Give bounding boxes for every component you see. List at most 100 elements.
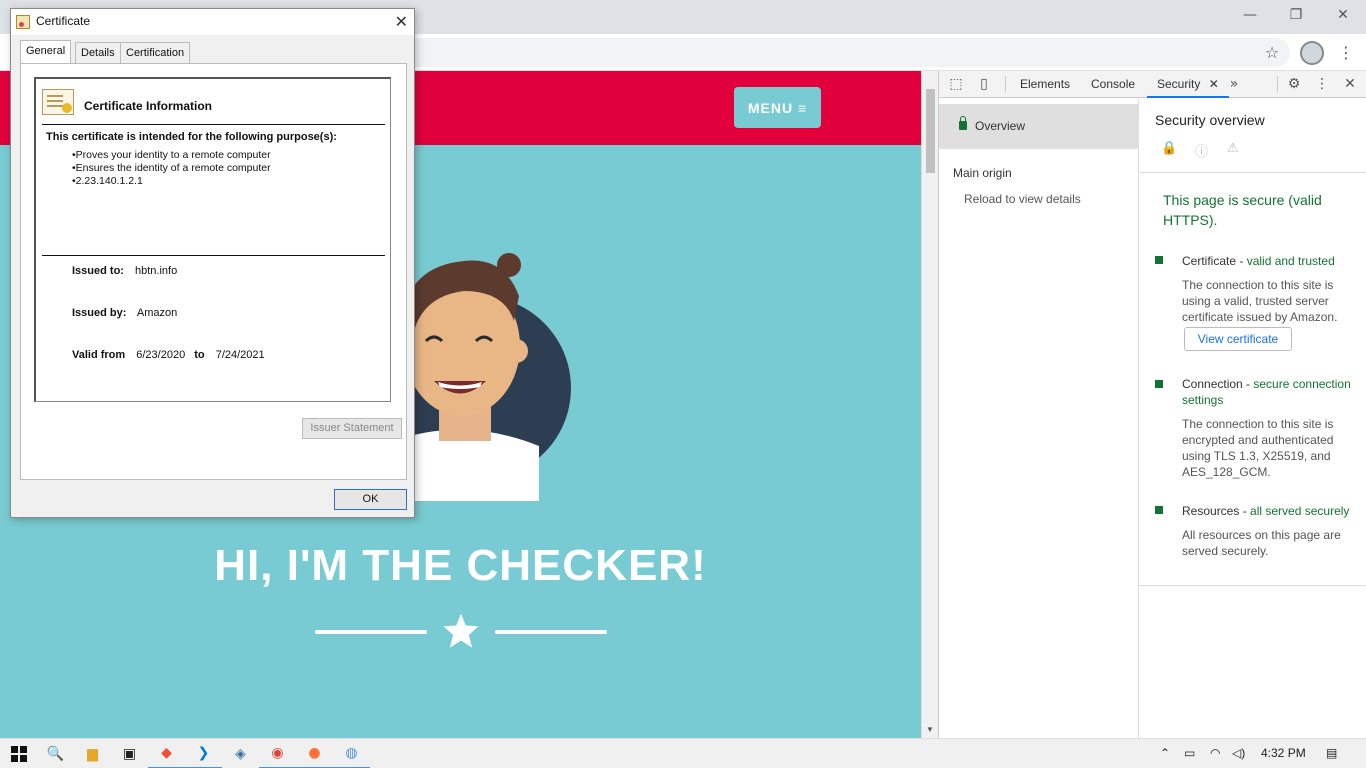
issued-to-row: Issued to: hbtn.info [72,265,177,277]
page-scrollbar[interactable]: ▼ [921,71,938,738]
status-bullet-icon [1155,256,1163,264]
inspect-element-icon[interactable]: ⬚ [947,75,965,93]
wifi-icon[interactable]: ◠ [1210,746,1220,760]
battery-icon[interactable]: ▭ [1184,746,1195,760]
status-bullet-icon [1155,380,1163,388]
lock-icon: 🔒 [1161,141,1178,156]
scroll-down-arrow-icon[interactable]: ▼ [926,725,934,734]
dialog-titlebar: Certificate ✕ [11,9,414,35]
issued-to-value: hbtn.info [135,265,178,277]
connection-description: The connection to this site is encrypted… [1182,417,1334,479]
certificate-label: Certificate - [1182,254,1247,268]
vertical-dots-icon[interactable]: ⋮ [1313,75,1331,93]
ok-button[interactable]: OK [334,489,407,510]
list-item: •Ensures the identity of a remote comput… [72,162,271,174]
certificate-heading: Certificate - valid and trusted [1182,253,1362,269]
file-explorer-icon[interactable]: ▆ [74,739,111,768]
dialog-title: Certificate [36,14,91,28]
resources-label: Resources - [1182,504,1251,518]
vertical-dots-icon[interactable]: ⋮ [1334,40,1358,64]
maximize-button[interactable]: ❐ [1273,0,1319,30]
firefox-icon[interactable]: ● [296,739,333,768]
devtools-panel: ⬚ ▯ Elements Console Security ✕ » ⚙ ⋮ ✕ … [938,71,1366,738]
tab-certification-path[interactable]: Certification Path [120,42,191,79]
close-window-button[interactable]: ✕ [1320,0,1366,30]
close-tab-icon[interactable]: ✕ [1209,77,1219,91]
menu-button[interactable]: MENU ≡ [734,87,821,128]
search-icon[interactable]: 🔍 [37,739,74,768]
tab-console[interactable]: Console [1091,71,1135,98]
certificate-description: The connection to this site is using a v… [1182,278,1338,324]
sidebar-item-overview[interactable]: Overview [939,104,1139,149]
issuer-statement-button[interactable]: Issuer Statement [302,418,402,439]
device-toolbar-icon[interactable]: ▯ [975,75,993,93]
connection-heading: Connection - secure connection settings [1182,376,1362,408]
close-icon[interactable]: ✕ [395,12,408,31]
main-origin-heading: Main origin [953,166,1012,180]
volume-icon[interactable]: ◁) [1232,746,1245,760]
star-icon[interactable]: ☆ [1260,40,1284,64]
warning-icon: ⚠ [1227,141,1239,156]
terminal-icon[interactable]: ▣ [111,739,148,768]
minimize-button[interactable]: — [1227,0,1273,30]
clock[interactable]: 4:32 PM [1261,746,1306,760]
toolbar-separator [1005,76,1006,93]
purpose-list: •Proves your identity to a remote comput… [72,149,271,188]
notification-icon[interactable]: ▤ [1326,746,1337,760]
connection-label: Connection - [1182,377,1254,391]
issued-to-label: Issued to: [72,265,124,277]
hero-title: HI, I'M THE CHECKER! [214,541,707,590]
git-icon[interactable]: ◆ [148,739,185,768]
security-overview: Security overview 🔒 ⓘ ⚠ This page is sec… [1139,99,1366,738]
tab-details[interactable]: Details [75,42,121,63]
purpose-heading: This certificate is intended for the fol… [46,131,337,143]
close-devtools-icon[interactable]: ✕ [1341,75,1359,93]
overview-label: Overview [975,119,1026,133]
scrollbar-thumb[interactable] [926,89,935,173]
certificate-badge-icon [42,89,74,115]
info-icon: ⓘ [1195,145,1209,160]
divider [1139,172,1366,173]
toolbar-separator [1277,76,1278,93]
taskbar: 🔍 ▆ ▣ ◆ ❯ ◈ ◉ ● ◍ ⌃ ▭ ◠ ◁) 4:32 PM ▤ [0,738,1366,768]
view-certificate-button[interactable]: View certificate [1184,327,1292,351]
valid-to-label: to [194,349,205,361]
divider [42,124,385,125]
windows-start-icon[interactable] [0,739,37,768]
profile-avatar[interactable] [1300,41,1324,65]
lock-icon [959,116,967,130]
issued-by-row: Issued by: Amazon [72,307,177,319]
hero-divider-right [495,630,607,634]
divider [42,255,385,256]
security-sidebar: Overview Main origin Reload to view deta… [939,99,1139,738]
hero-divider-left [315,630,427,634]
list-item: •2.23.140.1.2.1 [72,175,143,187]
general-tab-panel: Certificate Information This certificate… [20,63,407,480]
certificate-dialog: Certificate ✕ General Details Certificat… [10,8,415,518]
resources-status: all served securely [1250,504,1350,518]
resources-heading: Resources - all served securely [1182,503,1362,519]
list-item: •Proves your identity to a remote comput… [72,149,271,161]
gear-icon[interactable]: ⚙ [1285,75,1303,93]
certificate-status: valid and trusted [1246,254,1335,268]
more-tabs-icon[interactable]: » [1225,75,1243,93]
app-icon[interactable]: ◍ [333,739,370,768]
devtools-tabbar: ⬚ ▯ Elements Console Security ✕ » ⚙ ⋮ ✕ [939,71,1366,98]
star-icon [443,613,479,648]
chevron-up-icon[interactable]: ⌃ [1160,746,1170,760]
chrome-icon[interactable]: ◉ [259,739,296,768]
resources-description: All resources on this page are served se… [1182,528,1341,558]
security-state-icons: 🔒 ⓘ ⚠ [1153,141,1366,161]
tab-general[interactable]: General [20,40,72,64]
secure-summary: This page is secure (valid HTTPS). [1163,192,1322,228]
certificate-info-box: Certificate Information This certificate… [34,77,391,402]
issued-by-value: Amazon [136,307,178,319]
security-overview-title: Security overview [1155,112,1265,128]
vscode-icon[interactable]: ❯ [185,739,222,768]
certificate-icon [16,15,30,29]
issued-by-label: Issued by: [72,307,127,319]
reload-details-text: Reload to view details [964,192,1081,206]
tab-security[interactable]: Security ✕ [1147,71,1229,98]
tab-elements[interactable]: Elements [1020,71,1070,98]
python-icon[interactable]: ◈ [222,739,259,768]
